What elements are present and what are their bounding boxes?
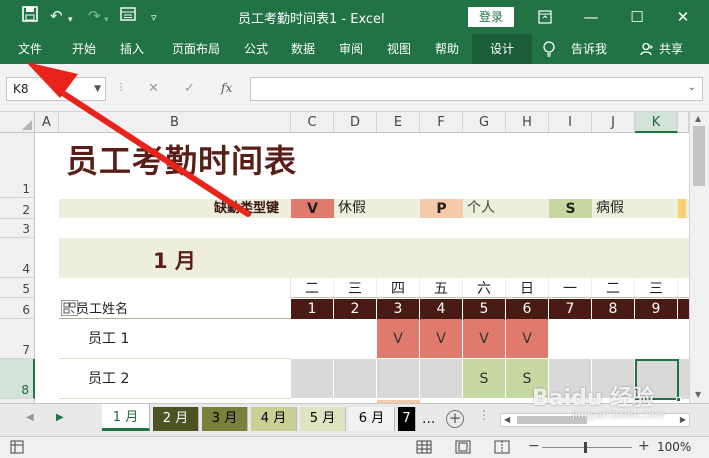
new-sheet-icon[interactable]: + [446, 410, 464, 428]
zoom-out-icon[interactable]: − [528, 438, 540, 454]
sheet-tab[interactable]: 3 月 [202, 407, 248, 431]
status-bar: − + 100% [0, 436, 709, 458]
zoom-level[interactable]: 100% [657, 440, 691, 454]
scroll-tabs-right-icon[interactable]: ▶ [56, 412, 64, 423]
sheet-tabs-more[interactable]: ... [422, 407, 435, 431]
cell-mode-icon [10, 440, 24, 457]
horizontal-scrollbar[interactable]: ◀ ▶ [500, 413, 690, 427]
hscroll-thumb[interactable] [517, 416, 587, 424]
normal-view-icon[interactable] [416, 440, 432, 457]
zoom-slider[interactable] [542, 447, 632, 448]
zoom-slider-thumb[interactable] [584, 442, 587, 453]
annotation-arrow [26, 62, 251, 217]
hscroll-left-icon[interactable]: ◀ [504, 414, 510, 426]
sheet-tab[interactable]: 6 月 [349, 407, 395, 431]
sheet-tab[interactable]: 7 [398, 407, 416, 431]
divider-dots-icon: ⋮ [478, 408, 490, 422]
zoom-in-icon[interactable]: + [638, 438, 650, 454]
sheet-tab[interactable]: 5 月 [300, 407, 346, 431]
sheet-tab[interactable]: 2 月 [153, 407, 199, 431]
sheet-tab[interactable]: 4 月 [251, 407, 297, 431]
sheet-tab[interactable]: 1 月 [102, 404, 150, 431]
scroll-tabs-left-icon[interactable]: ◀ [26, 412, 34, 423]
page-layout-view-icon[interactable] [455, 440, 471, 457]
hscroll-right-icon[interactable]: ▶ [680, 414, 686, 426]
sheet-tab-bar: ◀ ▶ 1 月2 月3 月4 月5 月6 月7 ... + ⋮ ◀ ▶ [0, 403, 709, 436]
page-break-view-icon[interactable] [494, 440, 510, 457]
